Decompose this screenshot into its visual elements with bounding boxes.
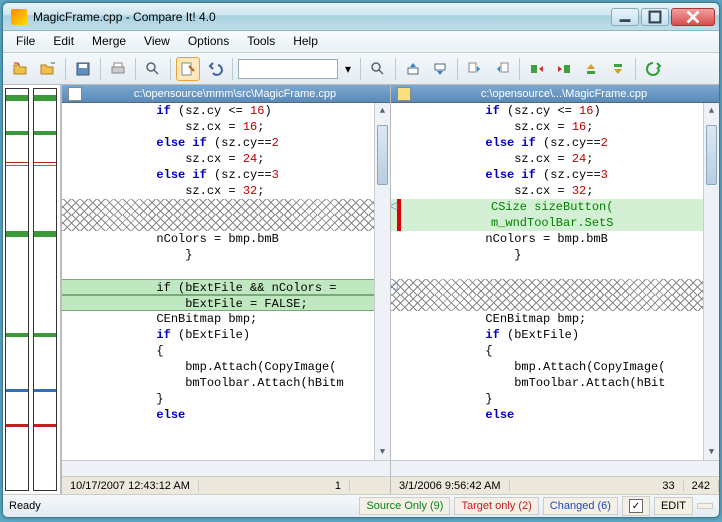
left-pane: c:\opensource\mmm\src\MagicFrame.cpp if … (61, 85, 390, 494)
page-left-icon[interactable] (463, 57, 487, 81)
goto-icon[interactable] (366, 57, 390, 81)
left-date: 10/17/2007 12:43:12 AM (62, 480, 199, 492)
statusbar: Ready Source Only (9) Target only (2) Ch… (3, 495, 719, 517)
search-input[interactable] (238, 59, 338, 79)
next-diff-icon[interactable] (606, 57, 630, 81)
merge-left-icon[interactable] (552, 57, 576, 81)
left-hscroll[interactable] (62, 460, 390, 476)
overview-strip[interactable] (3, 85, 61, 494)
right-vscroll[interactable]: ▲ ▼ (703, 103, 719, 460)
status-ready: Ready (9, 500, 41, 512)
titlebar[interactable]: MagicFrame.cpp - Compare It! 4.0 (3, 3, 719, 31)
search-dropdown-icon[interactable]: ▾ (341, 57, 355, 81)
menu-options[interactable]: Options (179, 31, 238, 52)
menu-edit[interactable]: Edit (44, 31, 83, 52)
close-button[interactable] (671, 8, 715, 26)
save-icon[interactable] (71, 57, 95, 81)
right-total: 242 (684, 480, 719, 492)
app-icon (11, 9, 27, 25)
left-vscroll[interactable]: ▲ ▼ (374, 103, 390, 460)
merge-right-icon[interactable] (525, 57, 549, 81)
right-pane-header: c:\opensource\...\MagicFrame.cpp (391, 85, 719, 103)
resize-grip[interactable] (697, 503, 713, 509)
left-code[interactable]: if (sz.cy <= 16) sz.cx = 16; else if (sz… (62, 103, 390, 460)
right-code[interactable]: if (sz.cy <= 16) sz.cx = 16; else if (sz… (391, 103, 719, 460)
page-right-icon[interactable] (490, 57, 514, 81)
window-title: MagicFrame.cpp - Compare It! 4.0 (33, 10, 611, 24)
right-line: 33 (654, 480, 683, 492)
refresh-icon[interactable] (641, 57, 665, 81)
status-edit: EDIT (654, 497, 693, 515)
right-pane: c:\opensource\...\MagicFrame.cpp if (sz.… (390, 85, 719, 494)
file-icon (68, 87, 82, 101)
menu-help[interactable]: Help (284, 31, 327, 52)
menu-view[interactable]: View (135, 31, 179, 52)
toolbar: ▾ (3, 53, 719, 85)
right-date: 3/1/2006 9:56:42 AM (391, 480, 510, 492)
status-source-only[interactable]: Source Only (9) (359, 497, 450, 515)
edit-mode-icon[interactable] (176, 57, 200, 81)
left-line: 1 (327, 480, 350, 492)
menu-tools[interactable]: Tools (238, 31, 284, 52)
scroll-thumb[interactable] (706, 125, 717, 185)
status-checkbox[interactable]: ✓ (622, 496, 650, 516)
left-file-path: c:\opensource\mmm\src\MagicFrame.cpp (86, 88, 384, 100)
maximize-button[interactable] (641, 8, 669, 26)
scroll-thumb[interactable] (377, 125, 388, 185)
minimize-button[interactable] (611, 8, 639, 26)
overview-left[interactable] (5, 88, 29, 491)
export-down-icon[interactable] (428, 57, 452, 81)
right-file-path: c:\opensource\...\MagicFrame.cpp (415, 88, 713, 100)
app-window: MagicFrame.cpp - Compare It! 4.0 File Ed… (2, 2, 720, 518)
menu-merge[interactable]: Merge (83, 31, 135, 52)
left-pane-header: c:\opensource\mmm\src\MagicFrame.cpp (62, 85, 390, 103)
workspace: c:\opensource\mmm\src\MagicFrame.cpp if … (3, 85, 719, 495)
status-changed[interactable]: Changed (6) (543, 497, 618, 515)
open-right-icon[interactable] (36, 57, 60, 81)
right-pane-status: 3/1/2006 9:56:42 AM 33 242 (391, 476, 719, 494)
file-icon (397, 87, 411, 101)
overview-right[interactable] (33, 88, 57, 491)
open-left-icon[interactable] (9, 57, 33, 81)
print-icon[interactable] (106, 57, 130, 81)
menu-file[interactable]: File (7, 31, 44, 52)
find-icon[interactable] (141, 57, 165, 81)
undo-icon[interactable] (203, 57, 227, 81)
prev-diff-icon[interactable] (579, 57, 603, 81)
status-target-only[interactable]: Target only (2) (454, 497, 538, 515)
export-up-icon[interactable] (401, 57, 425, 81)
right-hscroll[interactable] (391, 460, 719, 476)
left-pane-status: 10/17/2007 12:43:12 AM 1 (62, 476, 390, 494)
menubar: File Edit Merge View Options Tools Help (3, 31, 719, 53)
